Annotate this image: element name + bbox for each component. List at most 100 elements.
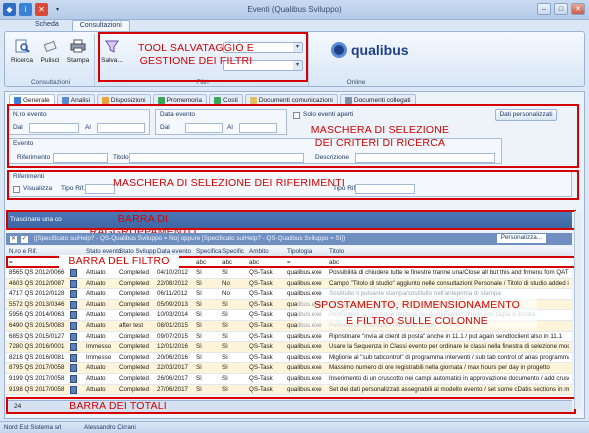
personalizza-button[interactable]: Personalizza... <box>496 234 546 243</box>
table-cell: Attuato <box>86 385 106 393</box>
table-cell: QS-Task <box>249 321 273 329</box>
company-label: Nord Est Sistema srl <box>4 424 62 431</box>
pulisci-button[interactable]: Pulisci <box>37 38 63 64</box>
table-row[interactable]: 8565 QS 2012/0066 Attuato Completed 04/10/2… <box>6 268 572 279</box>
filter-expression[interactable]: ([Specificato sulHelp? - QS-Qualibus Svi… <box>34 235 346 242</box>
main-panel: Generale Analisi Disposizioni Promemoria… <box>4 91 585 419</box>
table-cell: 4603 QS 2012/0087 <box>9 279 65 287</box>
table-row[interactable]: 6853 QS 2015/0127 Attuato Completed 09/07/2… <box>6 332 572 343</box>
col-nro-rif[interactable]: N.ro e Rif. <box>9 248 37 255</box>
col-specifica[interactable]: Specifica <box>196 248 222 255</box>
table-cell: Completed <box>119 279 149 287</box>
table-cell: Attuato <box>86 364 106 372</box>
table-cell: Completed <box>119 290 149 298</box>
table-row[interactable]: 7280 QS 2016/0001 Immesso Completed 12/01/2… <box>6 342 572 353</box>
table-cell: QS-Task <box>249 385 273 393</box>
disposizioni-icon <box>101 97 109 104</box>
table-cell: Sì <box>222 300 228 308</box>
table-cell: 04/10/2012 <box>157 269 188 276</box>
table-cell: Attuato <box>86 279 106 287</box>
table-cell: Set dei dati personalizzati assegnabili … <box>329 385 569 393</box>
document-icon <box>70 311 77 320</box>
col-titolo[interactable]: Titolo <box>329 248 344 255</box>
table-cell: 12/01/2016 <box>157 343 188 351</box>
qualibus-logo[interactable]: qualibus <box>331 42 409 58</box>
table-cell: Sì <box>196 332 202 340</box>
search-icon <box>15 39 30 53</box>
table-cell: Completed <box>119 374 149 382</box>
table-cell: qualibus.exe <box>287 385 322 393</box>
document-icon <box>70 353 77 362</box>
maximize-icon[interactable]: □ <box>554 3 568 15</box>
table-cell: qualibus.exe <box>287 364 322 372</box>
ricerca-button[interactable]: Ricerca <box>9 38 35 64</box>
table-cell: Sì <box>196 279 202 287</box>
table-cell: Attuato <box>86 311 106 319</box>
table-cell: 8565 QS 2012/0066 <box>9 269 65 276</box>
callout-box-maschera <box>7 104 579 168</box>
table-cell: 10/03/2014 <box>157 311 188 319</box>
table-cell: 8216 QS 2016/0081 <box>9 353 65 361</box>
table-row[interactable]: 9199 QS 2017/0058 Attuato Completed 26/06/2… <box>6 374 572 385</box>
col-ambito[interactable]: Ambito <box>249 248 269 255</box>
close-icon[interactable]: ✕ <box>571 3 585 15</box>
table-cell: QS-Task <box>249 374 273 382</box>
window-title: Eventi (Qualibus Sviluppo) <box>247 5 342 14</box>
table-cell: 8795 QS 2017/0058 <box>9 364 65 372</box>
document-icon <box>70 269 77 277</box>
table-cell: Sì <box>222 374 228 382</box>
callout-riferimenti: MASCHERA DI SELEZIONE DEI RIFERIMENTI <box>112 177 346 189</box>
table-cell: 06/11/2012 <box>157 290 188 298</box>
document-icon <box>70 279 77 288</box>
clear-filter-icon[interactable]: ✕ <box>10 236 17 243</box>
table-cell: 09/07/2015 <box>157 332 188 340</box>
table-cell: Completed <box>119 364 149 372</box>
minimize-icon[interactable]: – <box>537 3 551 15</box>
vertical-scrollbar[interactable] <box>574 211 582 409</box>
table-cell: Sì <box>196 311 202 319</box>
document-icon <box>70 332 77 341</box>
table-cell: 9198 QS 2017/0058 <box>9 385 65 393</box>
user-label: Alessandro Cirrani <box>84 424 136 431</box>
table-cell: Campo "Titolo di studio" aggiunto nelle … <box>329 279 569 287</box>
table-cell: 5956 QS 2014/0063 <box>9 311 65 319</box>
table-row[interactable]: 8216 QS 2016/0081 Immesso Completed 20/06/2… <box>6 353 572 364</box>
document-icon <box>70 321 77 330</box>
callout-tool: TOOL SALVATAGGIO E GESTIONE DEI FILTRI <box>137 42 255 67</box>
table-cell: 9199 QS 2017/0058 <box>9 374 65 382</box>
col-specific[interactable]: Specific <box>222 248 246 255</box>
table-cell: 22/03/2017 <box>157 364 188 372</box>
table-cell: Completed <box>119 353 149 361</box>
table-cell: 22/08/2012 <box>157 279 188 287</box>
promemoria-icon <box>157 97 165 104</box>
filter-bar[interactable]: ✕ ✓ ([Specificato sulHelp? - QS-Qualibus… <box>6 233 572 245</box>
table-row[interactable]: 8795 QS 2017/0058 Attuato Completed 22/03/2… <box>6 363 572 374</box>
table-cell: QS-Task <box>249 364 273 372</box>
table-cell: Sì <box>196 321 202 329</box>
stampa-button[interactable]: Stampa <box>65 38 91 64</box>
table-cell: after test <box>119 321 144 329</box>
table-row[interactable]: 9198 QS 2017/0058 Attuato Completed 27/06/2… <box>6 384 572 396</box>
table-cell: Ripristinare "invia al client di posta" … <box>329 332 562 340</box>
table-cell: Completed <box>119 269 149 276</box>
group-consultazioni: Ricerca Pulisci Stampa Consultazioni <box>7 34 95 86</box>
application-window: ◆ i ✕ ▾ Eventi (Qualibus Sviluppo) – □ ✕… <box>0 0 589 433</box>
table-cell: QS-Task <box>249 269 273 276</box>
filter-enable-checkbox[interactable]: ✓ <box>20 236 28 243</box>
table-cell: 5572 QS 2013/0346 <box>9 300 65 308</box>
group-label-consultazioni: Consultazioni <box>30 79 71 86</box>
table-cell: Usare la Sequenza in Classi evento per o… <box>329 343 569 351</box>
table-row[interactable]: 4603 QS 2012/0087 Attuato Completed 22/08/2… <box>6 278 572 290</box>
col-tipologia[interactable]: Tipologia <box>287 248 312 255</box>
table-cell: Sì <box>196 290 202 298</box>
qualibus-logo-icon <box>331 42 347 58</box>
col-stato-evento[interactable]: Stato evento <box>86 248 121 255</box>
table-cell: qualibus.exe <box>287 374 322 382</box>
col-data-evento[interactable]: Data evento <box>157 248 191 255</box>
col-stato-sviluppo[interactable]: Stato Svilupp <box>119 248 157 255</box>
table-cell: 26/06/2017 <box>157 374 188 382</box>
table-cell: Sì <box>196 385 202 393</box>
tab-costi-label: Costi <box>223 97 238 104</box>
document-icon <box>70 343 77 352</box>
table-cell: Immesso <box>86 353 112 361</box>
